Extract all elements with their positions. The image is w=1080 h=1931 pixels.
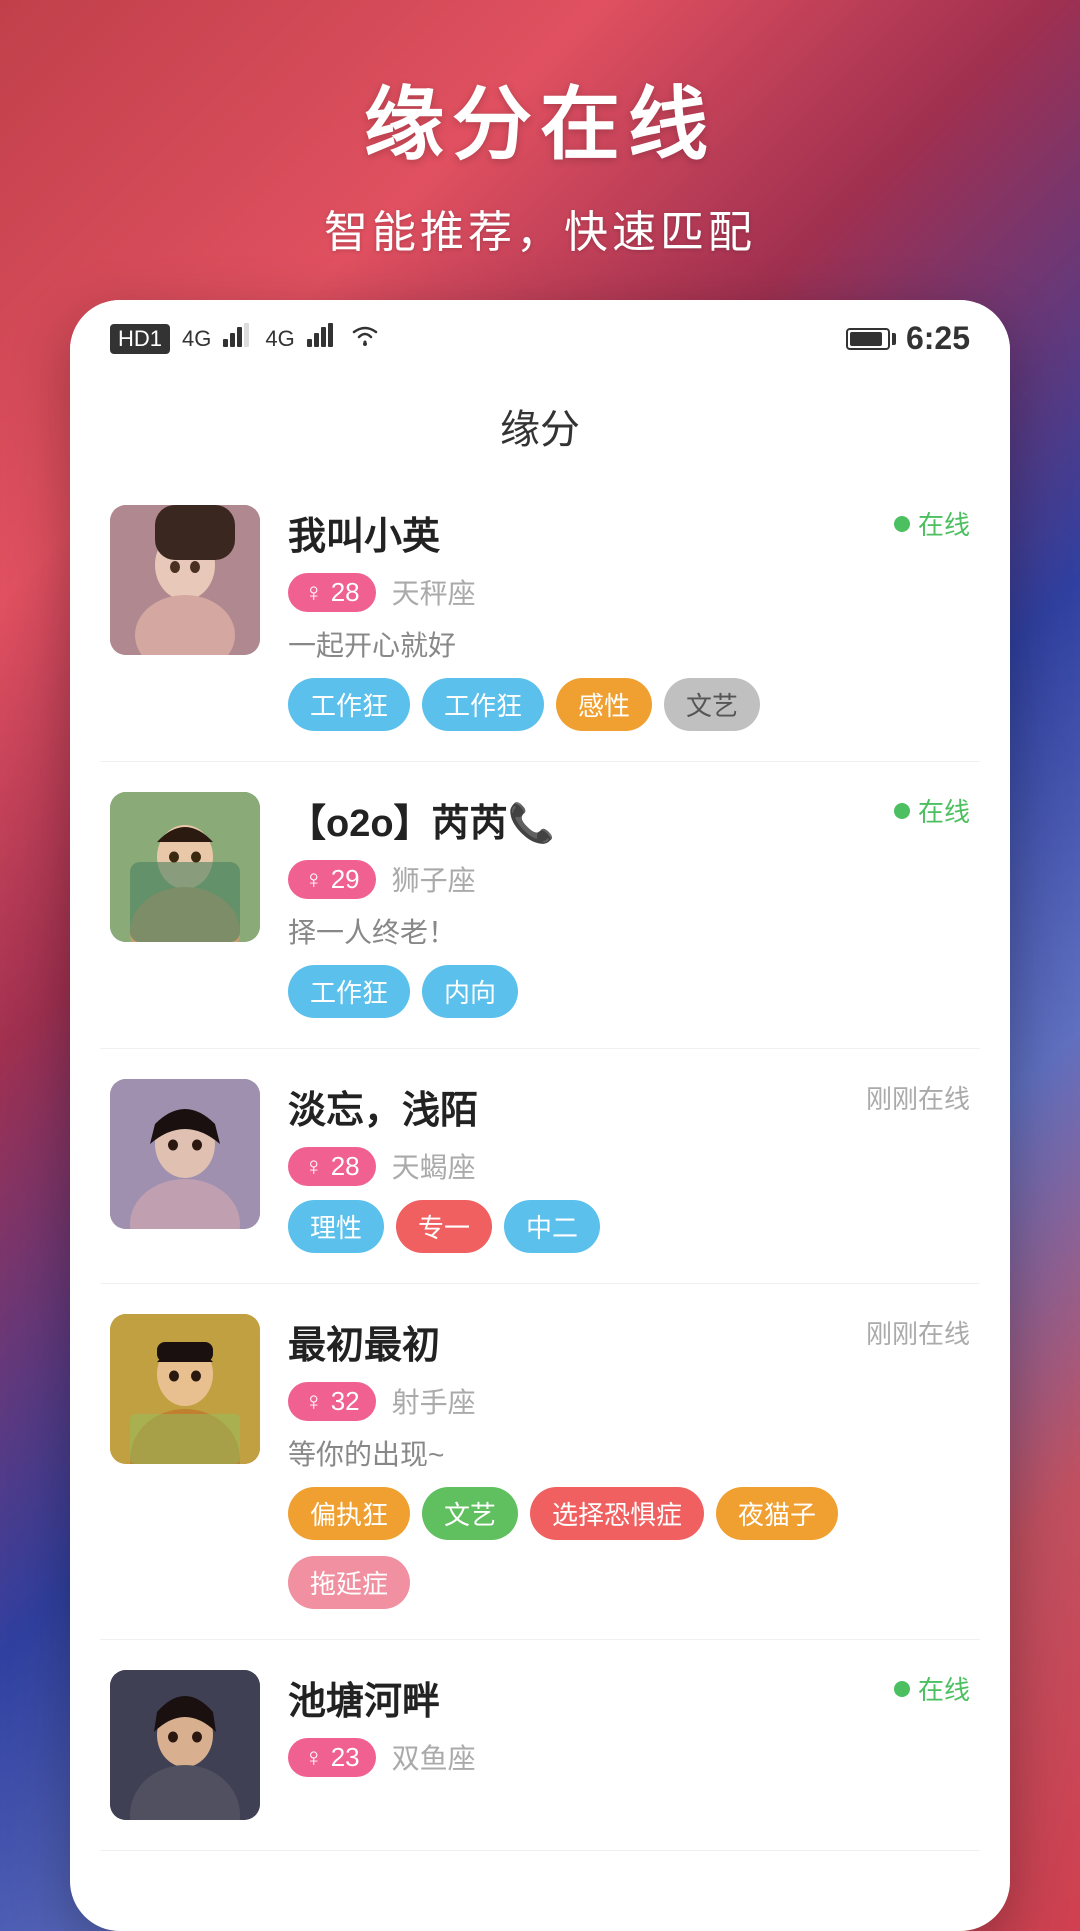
tags: 理性 专一 中二 bbox=[288, 1200, 850, 1253]
tags: 工作狂 工作狂 感性 文艺 bbox=[288, 678, 850, 731]
avatar bbox=[110, 792, 260, 942]
gender-age-badge: ♀ 28 bbox=[288, 1147, 376, 1186]
gender-age-badge: ♀ 28 bbox=[288, 573, 376, 612]
user-name: 【o2o】芮芮📞 bbox=[288, 792, 850, 847]
avatar bbox=[110, 505, 260, 655]
zodiac: 狮子座 bbox=[392, 859, 476, 899]
signal-bars-2 bbox=[307, 323, 337, 354]
tag: 工作狂 bbox=[422, 678, 544, 731]
online-dot bbox=[894, 803, 910, 819]
recent-text: 刚刚在线 bbox=[866, 1314, 970, 1351]
online-dot bbox=[894, 1681, 910, 1697]
online-status: 在线 bbox=[894, 505, 970, 542]
signal-4g-2: 4G bbox=[265, 326, 294, 352]
tag: 工作狂 bbox=[288, 678, 410, 731]
tag: 文艺 bbox=[422, 1487, 518, 1540]
tag: 文艺 bbox=[664, 678, 760, 731]
phone-frame: HD1 4G 4G bbox=[70, 300, 1010, 1931]
tags: 偏执狂 文艺 选择恐惧症 夜猫子 拖延症 bbox=[288, 1487, 850, 1609]
tag: 拖延症 bbox=[288, 1556, 410, 1609]
page-title: 缘分 bbox=[70, 367, 1010, 475]
time-display: 6:25 bbox=[906, 320, 970, 357]
online-dot bbox=[894, 516, 910, 532]
user-info: 【o2o】芮芮📞 ♀ 29 狮子座 择一人终老！ 工作狂 内向 bbox=[260, 792, 970, 1018]
user-info: 淡忘，浅陌 ♀ 28 天蝎座 理性 专一 中二 bbox=[260, 1079, 970, 1253]
zodiac: 射手座 bbox=[392, 1381, 476, 1421]
avatar bbox=[110, 1079, 260, 1229]
tag: 理性 bbox=[288, 1200, 384, 1253]
status-bar: HD1 4G 4G bbox=[70, 300, 1010, 367]
tag: 感性 bbox=[556, 678, 652, 731]
tag: 夜猫子 bbox=[716, 1487, 838, 1540]
online-status: 刚刚在线 bbox=[866, 1079, 970, 1116]
online-text: 在线 bbox=[918, 792, 970, 829]
user-card[interactable]: 池塘河畔 ♀ 23 双鱼座 在线 bbox=[100, 1640, 980, 1851]
online-text: 在线 bbox=[918, 505, 970, 542]
tag: 偏执狂 bbox=[288, 1487, 410, 1540]
user-bio: 择一人终老！ bbox=[288, 911, 850, 951]
online-status: 在线 bbox=[894, 1670, 970, 1707]
battery-icon bbox=[846, 328, 896, 350]
zodiac: 天秤座 bbox=[392, 572, 476, 612]
header-section: 缘分在线 智能推荐，快速匹配 bbox=[0, 0, 1080, 300]
user-meta: ♀ 23 双鱼座 bbox=[288, 1737, 850, 1777]
gender-age-badge: ♀ 32 bbox=[288, 1382, 376, 1421]
user-card[interactable]: 淡忘，浅陌 ♀ 28 天蝎座 理性 专一 中二 刚刚在线 bbox=[100, 1049, 980, 1284]
user-name: 我叫小英 bbox=[288, 505, 850, 560]
zodiac: 天蝎座 bbox=[392, 1146, 476, 1186]
tag: 内向 bbox=[422, 965, 518, 1018]
tags: 工作狂 内向 bbox=[288, 965, 850, 1018]
gender-age-badge: ♀ 29 bbox=[288, 860, 376, 899]
tag: 工作狂 bbox=[288, 965, 410, 1018]
user-card[interactable]: 最初最初 ♀ 32 射手座 等你的出现~ 偏执狂 文艺 选择恐惧症 夜猫子 拖延… bbox=[100, 1284, 980, 1640]
user-info: 池塘河畔 ♀ 23 双鱼座 bbox=[260, 1670, 970, 1820]
wifi-icon bbox=[349, 322, 381, 355]
user-bio: 一起开心就好 bbox=[288, 624, 850, 664]
signal-4g-1: 4G bbox=[182, 326, 211, 352]
user-card[interactable]: 我叫小英 ♀ 28 天秤座 一起开心就好 工作狂 工作狂 感性 文艺 在线 bbox=[100, 475, 980, 762]
user-card[interactable]: 【o2o】芮芮📞 ♀ 29 狮子座 择一人终老！ 工作狂 内向 在线 bbox=[100, 762, 980, 1049]
gender-age-badge: ♀ 23 bbox=[288, 1738, 376, 1777]
sub-title: 智能推荐，快速匹配 bbox=[0, 196, 1080, 260]
user-info: 我叫小英 ♀ 28 天秤座 一起开心就好 工作狂 工作狂 感性 文艺 bbox=[260, 505, 970, 731]
tag: 中二 bbox=[504, 1200, 600, 1253]
user-info: 最初最初 ♀ 32 射手座 等你的出现~ 偏执狂 文艺 选择恐惧症 夜猫子 拖延… bbox=[260, 1314, 970, 1609]
recent-text: 刚刚在线 bbox=[866, 1079, 970, 1116]
user-name: 池塘河畔 bbox=[288, 1670, 850, 1725]
online-status: 刚刚在线 bbox=[866, 1314, 970, 1351]
online-text: 在线 bbox=[918, 1670, 970, 1707]
user-meta: ♀ 28 天蝎座 bbox=[288, 1146, 850, 1186]
user-list: 我叫小英 ♀ 28 天秤座 一起开心就好 工作狂 工作狂 感性 文艺 在线 bbox=[70, 475, 1010, 1851]
signal-bars-1 bbox=[223, 323, 253, 354]
tag: 选择恐惧症 bbox=[530, 1487, 704, 1540]
bottom-fade bbox=[70, 1851, 1010, 1931]
user-meta: ♀ 29 狮子座 bbox=[288, 859, 850, 899]
hd-badge: HD1 bbox=[110, 324, 170, 354]
avatar bbox=[110, 1670, 260, 1820]
user-bio: 等你的出现~ bbox=[288, 1433, 850, 1473]
user-name: 最初最初 bbox=[288, 1314, 850, 1369]
online-status: 在线 bbox=[894, 792, 970, 829]
tag: 专一 bbox=[396, 1200, 492, 1253]
user-meta: ♀ 32 射手座 bbox=[288, 1381, 850, 1421]
zodiac: 双鱼座 bbox=[392, 1737, 476, 1777]
user-name: 淡忘，浅陌 bbox=[288, 1079, 850, 1134]
main-title: 缘分在线 bbox=[0, 60, 1080, 176]
status-left: HD1 4G 4G bbox=[110, 322, 381, 355]
avatar bbox=[110, 1314, 260, 1464]
user-meta: ♀ 28 天秤座 bbox=[288, 572, 850, 612]
status-right: 6:25 bbox=[846, 320, 970, 357]
